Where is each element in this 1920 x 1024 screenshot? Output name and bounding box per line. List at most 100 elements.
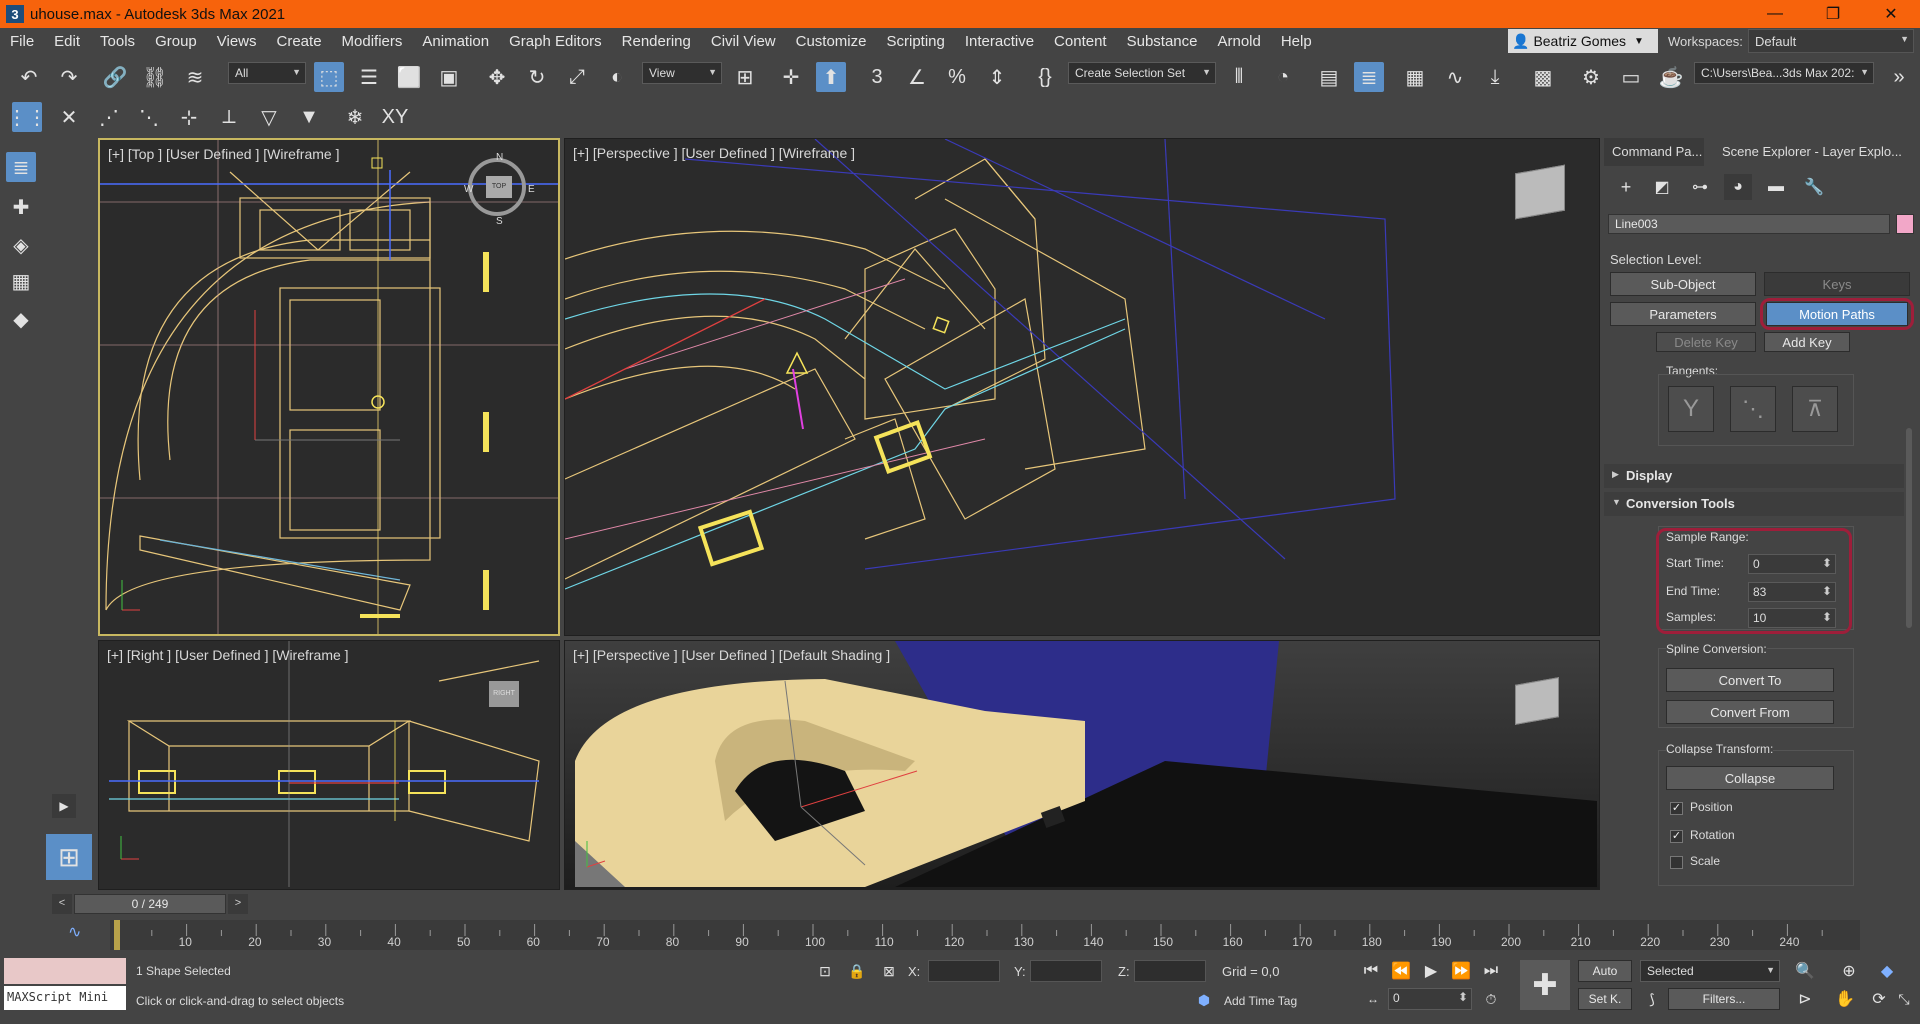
set-key-button[interactable]: Set K. <box>1578 988 1632 1010</box>
pivot-snap-icon[interactable]: ✕ <box>54 102 84 132</box>
zoom-all-icon[interactable]: ⊕ <box>1836 958 1862 984</box>
create-layer-icon[interactable]: ✚ <box>6 192 36 222</box>
named-selection-sets-icon[interactable]: {} <box>1030 62 1060 92</box>
field-of-view-icon[interactable]: ⊳ <box>1792 986 1818 1012</box>
time-tag-icon[interactable]: ⬢ <box>1192 988 1216 1012</box>
key-tangent-icon[interactable]: ⟆ <box>1640 988 1664 1010</box>
tangent-bezier-icon[interactable]: ⊼ <box>1792 386 1838 432</box>
project-path-dropdown[interactable]: C:\Users\Bea...3ds Max 202: <box>1694 62 1874 84</box>
grid-snap-icon[interactable]: ⋮⋮ <box>7 102 47 132</box>
bind-space-warp-icon[interactable]: ≋ <box>180 62 210 92</box>
layer-explorer-icon[interactable]: ≣ <box>6 152 36 182</box>
display-rollout[interactable]: Display <box>1604 464 1904 488</box>
xy-axis-constraint[interactable]: XY <box>380 102 410 132</box>
command-panel-scrollbar[interactable] <box>1906 428 1912 628</box>
menu-file[interactable]: File <box>0 33 44 50</box>
maxscript-mini-listener[interactable]: MAXScript Mini <box>4 986 126 1010</box>
viewport-label-perspective-wireframe[interactable]: [+] [Perspective ] [User Defined ] [Wire… <box>573 145 855 161</box>
motion-panel-icon[interactable]: ◕ <box>1724 174 1752 200</box>
face-snap-icon[interactable]: ▽ <box>254 102 284 132</box>
menu-help[interactable]: Help <box>1271 33 1322 50</box>
menu-modifiers[interactable]: Modifiers <box>332 33 413 50</box>
align-icon[interactable]: ◔ <box>1268 62 1298 92</box>
select-layer-icon[interactable]: ▦ <box>6 266 36 296</box>
edge-snap-icon[interactable]: ⟂ <box>214 102 244 132</box>
object-color-swatch[interactable] <box>1896 214 1914 234</box>
menu-customize[interactable]: Customize <box>786 33 877 50</box>
toggle-ribbon-icon[interactable]: ▦ <box>1400 62 1430 92</box>
go-to-end-icon[interactable]: ⏭ <box>1478 958 1504 984</box>
layer-manager-icon[interactable]: ◆ <box>6 304 36 334</box>
viewcube-top[interactable]: TOP <box>486 176 512 198</box>
user-account-dropdown[interactable]: 👤 Beatriz Gomes ▼ <box>1508 29 1658 53</box>
track-bar[interactable]: 10 20 30 40 50 60 70 80 90 100 110 120 130 140 150 160 1… <box>110 920 1860 950</box>
menu-content[interactable]: Content <box>1044 33 1117 50</box>
select-by-name-icon[interactable]: ☰ <box>354 62 384 92</box>
scale-checkbox[interactable] <box>1670 856 1683 869</box>
toggle-layer-explorer-icon[interactable]: ≣ <box>1354 62 1384 92</box>
selection-filter-dropdown[interactable]: All <box>228 62 306 84</box>
y-coordinate-field[interactable] <box>1030 960 1102 982</box>
maxscript-listener-box[interactable] <box>4 958 126 984</box>
pivot-center-icon[interactable]: ⊞ <box>730 62 760 92</box>
delete-key-button[interactable]: Delete Key <box>1656 332 1756 352</box>
select-manipulate-icon[interactable]: ✛ <box>776 62 806 92</box>
z-coordinate-field[interactable] <box>1134 960 1206 982</box>
isolate-selection-icon[interactable]: ⊡ <box>812 958 838 984</box>
absolute-mode-icon[interactable]: ⊠ <box>876 958 902 984</box>
mirror-icon[interactable]: ⫴ <box>1224 62 1254 92</box>
convert-from-button[interactable]: Convert From <box>1666 700 1834 724</box>
close-button[interactable]: ✕ <box>1862 0 1920 28</box>
orbit-icon[interactable]: ⟳ <box>1866 986 1892 1012</box>
curve-editor-icon[interactable]: ∿ <box>1440 62 1470 92</box>
toggle-scene-explorer-icon[interactable]: ▤ <box>1314 62 1344 92</box>
viewport-label-perspective-shaded[interactable]: [+] [Perspective ] [User Defined ] [Defa… <box>573 647 890 663</box>
scale-icon[interactable]: ⤢ <box>562 62 592 92</box>
menu-scripting[interactable]: Scripting <box>876 33 954 50</box>
go-to-start-icon[interactable]: ⏮ <box>1358 958 1384 984</box>
utilities-panel-icon[interactable]: 🔧 <box>1800 174 1828 200</box>
select-object-icon[interactable]: ⬚ <box>314 62 344 92</box>
sub-object-button[interactable]: Sub-Object <box>1610 272 1756 296</box>
endpoint-snap-icon[interactable]: ⋱ <box>134 102 164 132</box>
material-editor-icon[interactable]: ▩ <box>1528 62 1558 92</box>
freeze-icon[interactable]: ❄ <box>340 102 370 132</box>
menu-create[interactable]: Create <box>267 33 332 50</box>
viewport-layout-icon[interactable]: ⊞ <box>46 834 92 880</box>
x-coordinate-field[interactable] <box>928 960 1000 982</box>
layers-icon[interactable]: ◈ <box>6 230 36 260</box>
viewport-right[interactable]: [+] [Right ] [User Defined ] [Wireframe … <box>98 640 560 890</box>
minimize-button[interactable]: — <box>1746 0 1804 28</box>
tangent-smooth-icon[interactable]: Y <box>1668 386 1714 432</box>
parameters-button[interactable]: Parameters <box>1610 302 1756 326</box>
menu-animation[interactable]: Animation <box>412 33 499 50</box>
selection-set-dropdown[interactable]: Create Selection Set <box>1068 62 1216 84</box>
menu-arnold[interactable]: Arnold <box>1207 33 1270 50</box>
expand-arrow-icon[interactable]: ▶ <box>52 794 76 818</box>
key-filter-dropdown[interactable]: Selected <box>1640 960 1780 982</box>
angle-snap-icon[interactable]: ∠ <box>902 62 932 92</box>
menu-substance[interactable]: Substance <box>1117 33 1208 50</box>
pan-view-icon[interactable]: ✋ <box>1832 986 1858 1012</box>
viewcube-right[interactable]: RIGHT <box>489 681 519 707</box>
maximize-button[interactable]: ❐ <box>1804 0 1862 28</box>
selection-lock-icon[interactable]: 🔒 <box>844 958 870 984</box>
chevron-right-icon[interactable]: » <box>1884 62 1914 92</box>
previous-frame-arrow-icon[interactable]: < <box>52 894 72 914</box>
keyboard-shortcut-override-icon[interactable]: ⬆ <box>816 62 846 92</box>
convert-to-button[interactable]: Convert To <box>1666 668 1834 692</box>
collapse-button[interactable]: Collapse <box>1666 766 1834 790</box>
reference-coordinate-dropdown[interactable]: View <box>642 62 722 84</box>
curve-editor-toggle-icon[interactable]: ∿ <box>68 922 92 944</box>
key-filters-button[interactable]: Filters... <box>1668 988 1780 1010</box>
percent-snap-icon[interactable]: % <box>942 62 972 92</box>
workspaces-dropdown[interactable]: Default <box>1748 29 1914 53</box>
viewport-label-top[interactable]: [+] [Top ] [User Defined ] [Wireframe ] <box>108 146 339 162</box>
viewcube-perspective[interactable] <box>1515 164 1565 220</box>
current-frame-spinner[interactable]: 0 <box>1388 988 1472 1010</box>
modify-panel-icon[interactable]: ◩ <box>1648 174 1676 200</box>
render-production-icon[interactable]: ☕ <box>1656 62 1686 92</box>
time-slider-thumb[interactable]: 0 / 249 <box>74 894 226 914</box>
rotation-checkbox[interactable]: ✓ <box>1670 830 1683 843</box>
create-panel-icon[interactable]: + <box>1612 174 1640 200</box>
